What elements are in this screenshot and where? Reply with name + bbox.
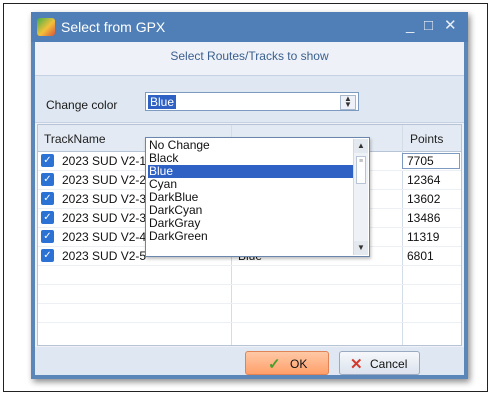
track-name-cell: 2023 SUD V2-3 xyxy=(62,211,147,225)
row-checkbox[interactable]: ✓ xyxy=(41,230,54,243)
dropdown-item[interactable]: DarkGreen xyxy=(148,230,354,243)
dropdown-item-selected[interactable]: Blue xyxy=(148,165,354,178)
dialog-window: Select from GPX _ □ ✕ Select Routes/Trac… xyxy=(31,12,468,379)
column-header-trackname[interactable]: TrackName xyxy=(44,132,106,146)
points-cell: 13602 xyxy=(407,192,441,206)
color-dropdown-list[interactable]: No Change Black Blue Cyan DarkBlue DarkC… xyxy=(145,137,370,257)
title-bar[interactable]: Select from GPX _ □ ✕ xyxy=(31,12,468,42)
combobox-spin-icon[interactable]: ▲ ▼ xyxy=(340,95,356,110)
scroll-up-icon[interactable]: ▲ xyxy=(354,139,368,153)
points-cell: 7705 xyxy=(407,154,434,168)
scroll-down-icon[interactable]: ▼ xyxy=(354,241,368,255)
maximize-icon[interactable]: □ xyxy=(424,17,433,35)
row-checkbox[interactable]: ✓ xyxy=(41,211,54,224)
track-name-cell: 2023 SUD V2-3 xyxy=(62,192,147,206)
change-color-row: Change color Blue ▲ ▼ xyxy=(35,75,464,123)
row-checkbox[interactable]: ✓ xyxy=(41,173,54,186)
cancel-button[interactable]: ✕ Cancel xyxy=(339,351,420,375)
row-divider xyxy=(38,284,461,285)
points-cell: 6801 xyxy=(407,249,434,263)
row-checkbox[interactable]: ✓ xyxy=(41,154,54,167)
check-icon: ✓ xyxy=(268,356,281,373)
track-name-cell: 2023 SUD V2-4 xyxy=(62,230,147,244)
scrollbar-thumb[interactable]: ≡ xyxy=(356,156,366,184)
track-name-cell: 2023 SUD V2-2 xyxy=(62,173,147,187)
window-title: Select from GPX xyxy=(61,19,166,35)
column-header-points[interactable]: Points xyxy=(410,132,443,146)
change-color-label: Change color xyxy=(46,98,118,112)
minimize-icon[interactable]: _ xyxy=(406,17,414,35)
track-name-cell: 2023 SUD V2-5 xyxy=(62,249,147,263)
color-combobox-value: Blue xyxy=(148,95,177,109)
dropdown-scrollbar[interactable]: ▲ ≡ ▼ xyxy=(353,139,368,255)
cancel-button-label: Cancel xyxy=(370,357,408,371)
row-checkbox[interactable]: ✓ xyxy=(41,249,54,262)
cross-icon: ✕ xyxy=(350,356,363,373)
ok-button-label: OK xyxy=(290,357,308,371)
button-bar: ✓ OK ✕ Cancel xyxy=(35,347,464,375)
ok-button[interactable]: ✓ OK xyxy=(245,351,329,375)
track-name-cell: 2023 SUD V2-1 xyxy=(62,154,147,168)
color-combobox[interactable]: Blue ▲ ▼ xyxy=(145,92,359,111)
row-divider xyxy=(38,265,461,266)
dropdown-item[interactable]: No Change xyxy=(148,139,354,152)
instruction-text: Select Routes/Tracks to show xyxy=(170,49,329,63)
dropdown-item[interactable]: Black xyxy=(148,152,354,165)
points-cell: 12364 xyxy=(407,173,441,187)
points-cell: 13486 xyxy=(407,211,441,225)
close-icon[interactable]: ✕ xyxy=(444,17,457,35)
app-icon xyxy=(37,18,55,36)
row-checkbox[interactable]: ✓ xyxy=(41,192,54,205)
points-cell: 11319 xyxy=(407,230,440,244)
row-divider xyxy=(38,303,461,304)
row-divider xyxy=(38,322,461,323)
dialog-body: Select Routes/Tracks to show Change colo… xyxy=(35,42,464,375)
